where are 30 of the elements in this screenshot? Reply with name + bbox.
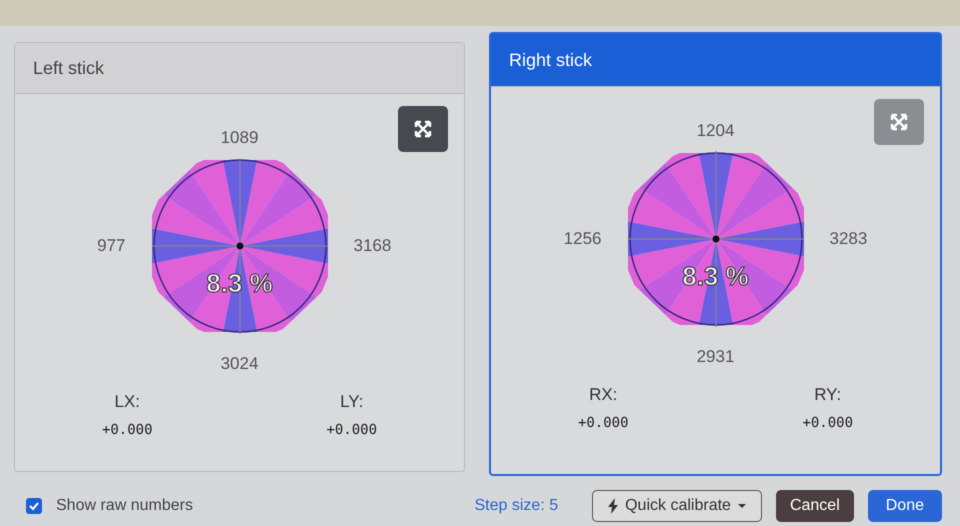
checkbox[interactable] [26,498,42,514]
bottom-value: 3024 [220,354,258,374]
panel-title: Left stick [15,43,464,94]
top-value: 1204 [696,121,734,141]
checkbox-label: Show raw numbers [56,497,193,515]
lightning-icon [607,498,620,514]
axis-value: +0.000 [326,422,378,438]
axis-label: RY: [814,385,842,405]
check-icon [28,500,40,512]
caret-icon [736,503,747,509]
cancel-button[interactable]: Cancel [776,490,854,522]
done-button[interactable]: Done [868,490,942,522]
expand-icon [889,112,909,132]
step-size-label: Step size: 5 [474,497,558,515]
left-value: 1256 [562,229,602,249]
right-value: 3168 [354,236,392,256]
maximize-button[interactable] [398,106,448,152]
panel-title: Right stick [491,34,940,87]
axis-value: +0.000 [578,415,629,431]
axis-label: LY: [340,392,364,412]
right-value: 3283 [830,229,868,249]
expand-icon [413,119,433,139]
axis-label: RX: [589,385,618,405]
axis-label: LX: [114,392,140,412]
top-value: 1089 [220,128,258,148]
left-value: 977 [96,236,126,256]
quick-calibrate-button[interactable]: Quick calibrate [592,490,762,522]
bottom-value: 2931 [696,347,734,367]
axis-value: +0.000 [102,422,153,438]
axis-value: +0.000 [802,415,854,431]
